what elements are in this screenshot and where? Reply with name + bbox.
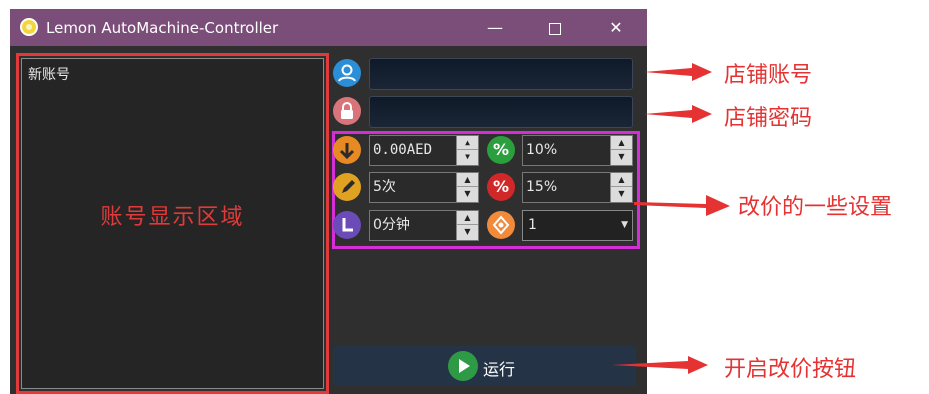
- password-input[interactable]: [369, 96, 633, 128]
- account-annotation: 店铺账号: [724, 63, 813, 88]
- step-up-icon[interactable]: ▲: [611, 173, 632, 187]
- lemon-app-icon: [20, 18, 38, 36]
- user-icon: [333, 59, 361, 87]
- percent1-stepper[interactable]: 10% ▲ ▼: [522, 135, 633, 166]
- percent2-stepper[interactable]: 15% ▲ ▼: [522, 172, 633, 203]
- step-down-icon[interactable]: ▼: [457, 225, 478, 239]
- account-input[interactable]: [369, 58, 633, 90]
- title-bar[interactable]: Lemon AutoMachine-Controller — ✕: [10, 9, 647, 46]
- percent-red-icon: %: [487, 173, 515, 201]
- play-icon: [448, 351, 478, 381]
- lock-icon: [333, 97, 361, 125]
- percent2-stepper-buttons[interactable]: ▲ ▼: [610, 173, 632, 202]
- settings-annotation: 改价的一些设置: [738, 195, 893, 220]
- count-stepper-buttons[interactable]: ▲ ▼: [456, 173, 478, 202]
- window-title: Lemon AutoMachine-Controller: [46, 19, 279, 37]
- account-list-item[interactable]: 新账号: [28, 64, 70, 84]
- price-stepper[interactable]: 0.00AED ▲ ▼: [369, 135, 479, 166]
- combo-value: 1: [528, 217, 537, 233]
- run-button[interactable]: 运行: [333, 346, 636, 386]
- settings-arrow: [634, 195, 730, 216]
- chevron-down-icon[interactable]: ▼: [621, 211, 628, 240]
- count-value: 5次: [373, 179, 396, 195]
- app-window: Lemon AutoMachine-Controller — ✕ 新账号 账号显…: [10, 9, 647, 394]
- step-up-icon[interactable]: ▲: [457, 211, 478, 225]
- step-down-icon[interactable]: ▼: [457, 187, 478, 201]
- price-stepper-buttons[interactable]: ▲ ▼: [456, 136, 478, 165]
- account-panel-highlight: 新账号 账号显示区域: [16, 53, 329, 394]
- price-value: 0.00AED: [373, 142, 433, 158]
- account-arrow: [644, 63, 712, 81]
- password-annotation: 店铺密码: [724, 106, 813, 131]
- percent1-stepper-buttons[interactable]: ▲ ▼: [610, 136, 632, 165]
- account-list[interactable]: 新账号 账号显示区域: [21, 58, 324, 389]
- step-down-icon[interactable]: ▼: [611, 187, 632, 201]
- mode-combobox[interactable]: 1 ▼: [522, 210, 633, 241]
- password-arrow: [644, 105, 712, 123]
- step-up-icon[interactable]: ▲: [611, 136, 632, 150]
- percent2-value: 15%: [526, 179, 558, 195]
- run-button-label: 运行: [483, 360, 516, 379]
- run-annotation: 开启改价按钮: [724, 357, 857, 382]
- maximize-icon: [549, 22, 561, 35]
- close-button[interactable]: ✕: [588, 9, 644, 46]
- target-icon: [487, 211, 515, 239]
- step-down-icon[interactable]: ▼: [457, 150, 478, 164]
- minutes-value: 0分钟: [373, 217, 410, 233]
- pencil-icon: [333, 173, 361, 201]
- arrow-down-icon: [333, 136, 361, 164]
- percent1-value: 10%: [526, 142, 558, 158]
- minutes-stepper-buttons[interactable]: ▲ ▼: [456, 211, 478, 240]
- clock-icon: [333, 211, 361, 239]
- account-area-label: 账号显示区域: [100, 205, 245, 230]
- step-up-icon[interactable]: ▲: [457, 136, 478, 150]
- minimize-button[interactable]: —: [467, 9, 523, 46]
- percent-green-icon: %: [487, 136, 515, 164]
- count-stepper[interactable]: 5次 ▲ ▼: [369, 172, 479, 203]
- step-down-icon[interactable]: ▼: [611, 150, 632, 164]
- step-up-icon[interactable]: ▲: [457, 173, 478, 187]
- run-arrow: [612, 356, 708, 374]
- maximize-button[interactable]: [527, 9, 583, 46]
- minutes-stepper[interactable]: 0分钟 ▲ ▼: [369, 210, 479, 241]
